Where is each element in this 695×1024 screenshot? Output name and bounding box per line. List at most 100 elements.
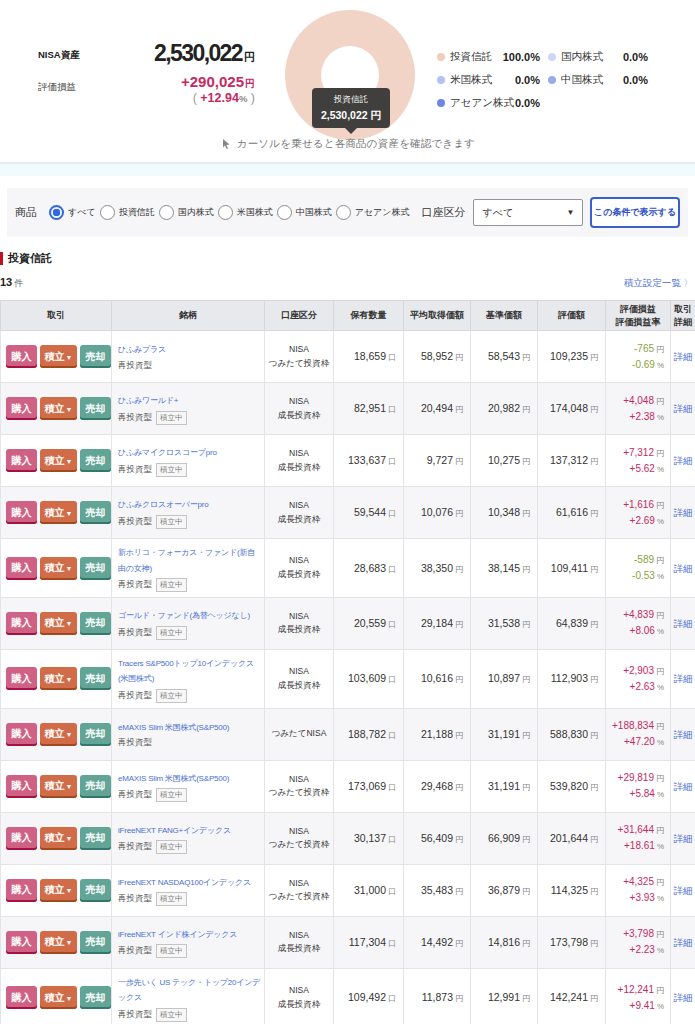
quantity: 30,137口: [334, 812, 404, 864]
fund-name-link[interactable]: iFreeNEXT FANG+インデックス: [118, 826, 231, 835]
radio-icon[interactable]: [336, 205, 351, 220]
buy-button[interactable]: 購入: [6, 931, 37, 954]
fund-name-link[interactable]: ひふみクロスオーバーpro: [118, 500, 208, 509]
product-radio-米国株式[interactable]: 米国株式: [218, 205, 273, 220]
buy-button[interactable]: 購入: [6, 557, 37, 580]
buy-button[interactable]: 購入: [6, 397, 37, 420]
apply-filter-button[interactable]: この条件で表示する: [590, 197, 680, 228]
pl-rate: ( +12.94% ): [107, 91, 255, 105]
product-radio-すべて[interactable]: すべて: [49, 205, 96, 220]
fund-name-link[interactable]: iFreeNEXT インド株インデックス: [118, 930, 237, 939]
fund-type-label: 再投資型: [118, 360, 152, 372]
tsumitate-button[interactable]: 積立▼: [40, 879, 77, 902]
product-radio-アセアン株式[interactable]: アセアン株式: [336, 205, 410, 220]
detail-link[interactable]: 詳細: [674, 673, 693, 684]
nav-price: 12,991円: [471, 968, 538, 1024]
buy-button[interactable]: 購入: [6, 775, 37, 798]
buy-button[interactable]: 購入: [6, 501, 37, 524]
radio-icon[interactable]: [159, 205, 174, 220]
radio-icon[interactable]: [49, 205, 64, 220]
account-select[interactable]: すべて ▼: [473, 199, 583, 226]
tsumitate-button[interactable]: 積立▼: [40, 931, 77, 954]
buy-button[interactable]: 購入: [6, 827, 37, 850]
fund-name-link[interactable]: iFreeNEXT NASDAQ100インデックス: [118, 878, 251, 887]
detail-link[interactable]: 詳細: [674, 618, 693, 629]
detail-link[interactable]: 詳細: [674, 507, 693, 518]
sell-button[interactable]: 売却: [80, 986, 111, 1009]
fund-name-link[interactable]: Tracers S&P500トップ10インデックス(米国株式): [118, 659, 254, 683]
detail-link[interactable]: 詳細: [674, 403, 693, 414]
sell-button[interactable]: 売却: [80, 931, 111, 954]
fund-name-link[interactable]: eMAXIS Slim 米国株式(S&P500): [118, 774, 229, 783]
detail-link[interactable]: 詳細: [674, 937, 693, 948]
fund-type-label: 再投資型: [118, 737, 152, 749]
column-header: 基準価額: [471, 301, 538, 331]
tsumitate-button[interactable]: 積立▼: [40, 449, 77, 472]
quantity: 109,492口: [334, 968, 404, 1024]
account-type: NISA成長投資枠: [265, 968, 334, 1024]
tsumitate-button[interactable]: 積立▼: [40, 986, 77, 1009]
sell-button[interactable]: 売却: [80, 775, 111, 798]
product-radio-中国株式[interactable]: 中国株式: [277, 205, 332, 220]
sell-button[interactable]: 売却: [80, 612, 111, 635]
legend-item: 国内株式0.0%: [548, 50, 648, 64]
holding-row: 購入積立▼売却ゴールド・ファンド(為替ヘッジなし)再投資型積立中NISA成長投資…: [1, 597, 695, 649]
radio-icon[interactable]: [100, 205, 115, 220]
buy-button[interactable]: 購入: [6, 612, 37, 635]
tsumitate-button[interactable]: 積立▼: [40, 775, 77, 798]
asset-unit: 円: [244, 51, 255, 63]
fund-name-link[interactable]: ひふみマイクロスコープpro: [118, 448, 217, 457]
detail-link[interactable]: 詳細: [674, 729, 693, 740]
sell-button[interactable]: 売却: [80, 501, 111, 524]
fund-name-link[interactable]: eMAXIS Slim 米国株式(S&P500): [118, 723, 229, 732]
buy-button[interactable]: 購入: [6, 986, 37, 1009]
product-radio-投資信託[interactable]: 投資信託: [100, 205, 155, 220]
buy-button[interactable]: 購入: [6, 723, 37, 746]
detail-link[interactable]: 詳細: [674, 992, 693, 1003]
radio-icon[interactable]: [277, 205, 292, 220]
tsumitate-button[interactable]: 積立▼: [40, 501, 77, 524]
tsumitate-button[interactable]: 積立▼: [40, 397, 77, 420]
tsumitate-button[interactable]: 積立▼: [40, 827, 77, 850]
legend-label: 米国株式: [450, 73, 492, 87]
tsumitate-button[interactable]: 積立▼: [40, 667, 77, 690]
detail-link[interactable]: 詳細: [674, 455, 693, 466]
sell-button[interactable]: 売却: [80, 667, 111, 690]
quantity: 20,559口: [334, 597, 404, 649]
buy-button[interactable]: 購入: [6, 879, 37, 902]
column-header: 銘柄: [112, 301, 265, 331]
sell-button[interactable]: 売却: [80, 723, 111, 746]
section-marker: [0, 252, 3, 265]
holding-row: 購入積立▼売却ひふみプラス再投資型NISAつみたて投資枠18,659口58,95…: [1, 331, 695, 383]
sell-button[interactable]: 売却: [80, 827, 111, 850]
buy-button[interactable]: 購入: [6, 449, 37, 472]
sell-button[interactable]: 売却: [80, 345, 111, 368]
legend-value: 0.0%: [623, 51, 648, 63]
detail-link[interactable]: 詳細: [674, 781, 693, 792]
fund-name-link[interactable]: ひふみワールド+: [118, 396, 178, 405]
fund-name-link[interactable]: ゴールド・ファンド(為替ヘッジなし): [118, 611, 250, 620]
product-radio-国内株式[interactable]: 国内株式: [159, 205, 214, 220]
tsumitate-button[interactable]: 積立▼: [40, 723, 77, 746]
fund-name-link[interactable]: 新ホリコ・フォーカス・ファンド(新自由の女神): [118, 548, 255, 572]
tsumitate-button[interactable]: 積立▼: [40, 612, 77, 635]
tsumitate-active-badge: 積立中: [156, 515, 187, 529]
sell-button[interactable]: 売却: [80, 879, 111, 902]
tsumitate-active-badge: 積立中: [156, 788, 187, 802]
sell-button[interactable]: 売却: [80, 397, 111, 420]
radio-icon[interactable]: [218, 205, 233, 220]
detail-link[interactable]: 詳細: [674, 833, 693, 844]
detail-link[interactable]: 詳細: [674, 563, 693, 574]
avg-acquisition-price: 10,076円: [404, 487, 471, 539]
detail-link[interactable]: 詳細: [674, 885, 693, 896]
detail-link[interactable]: 詳細: [674, 351, 693, 362]
tsumitate-settings-link[interactable]: 積立設定一覧 〉: [624, 277, 693, 290]
sell-button[interactable]: 売却: [80, 449, 111, 472]
fund-name-link[interactable]: ひふみプラス: [118, 345, 166, 354]
tsumitate-button[interactable]: 積立▼: [40, 345, 77, 368]
fund-name-link[interactable]: 一歩先いく US テック・トップ20インデックス: [118, 978, 260, 1002]
tsumitate-button[interactable]: 積立▼: [40, 557, 77, 580]
buy-button[interactable]: 購入: [6, 345, 37, 368]
buy-button[interactable]: 購入: [6, 667, 37, 690]
sell-button[interactable]: 売却: [80, 557, 111, 580]
